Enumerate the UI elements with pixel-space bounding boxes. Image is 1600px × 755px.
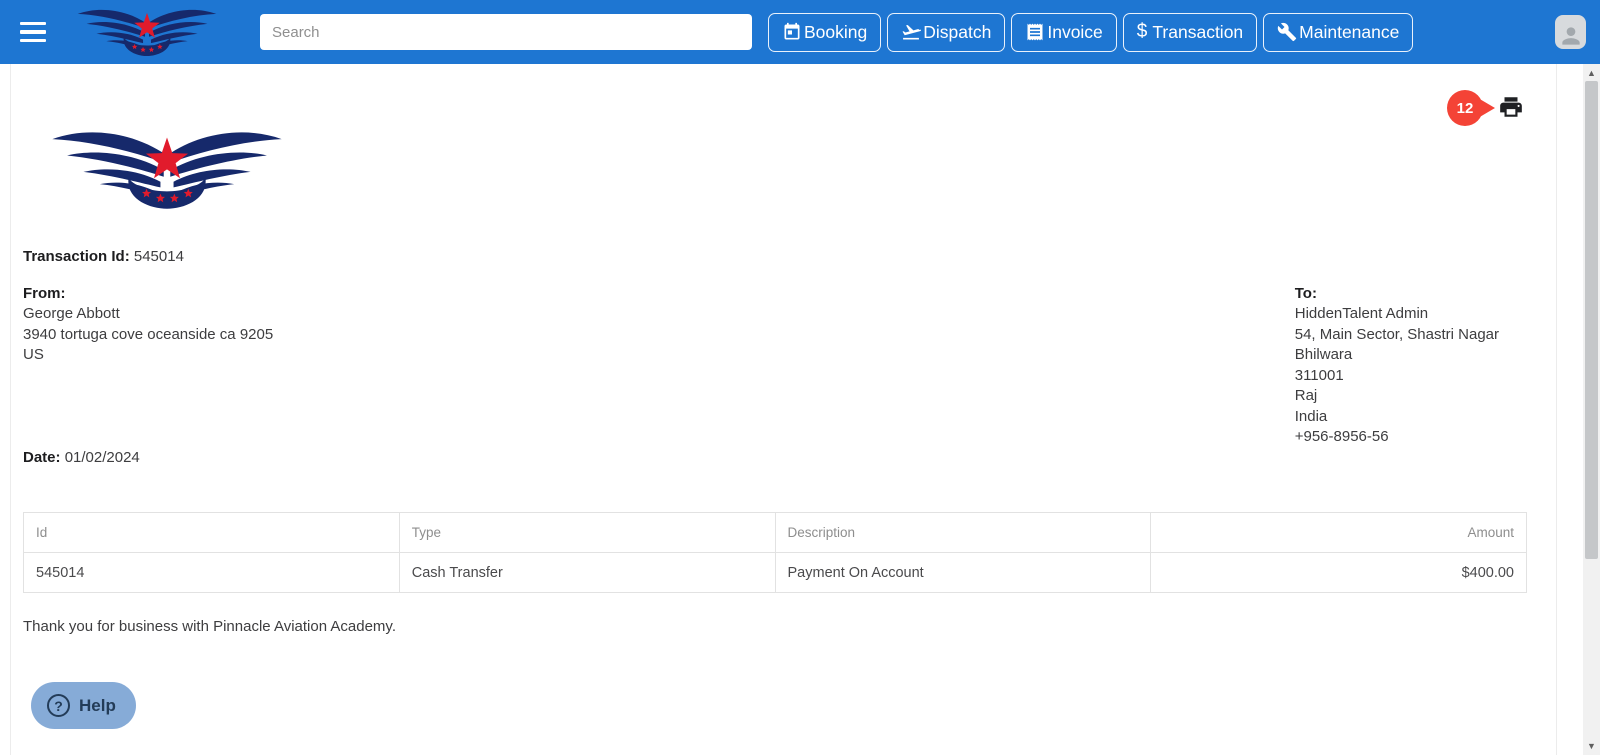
to-address-block: To: HiddenTalent Admin 54, Main Sector, … <box>1295 284 1499 448</box>
transaction-button[interactable]: $ Transaction <box>1123 13 1257 52</box>
dispatch-label: Dispatch <box>923 22 991 43</box>
header-id: Id <box>24 513 400 553</box>
from-name: George Abbott <box>23 304 273 325</box>
dispatch-button[interactable]: Dispatch <box>887 13 1005 52</box>
to-phone: +956-8956-56 <box>1295 427 1499 448</box>
from-label: From: <box>23 284 273 305</box>
receipt-logo <box>23 126 311 212</box>
to-name: HiddenTalent Admin <box>1295 304 1499 325</box>
transaction-table: Id Type Description Amount 545014 Cash T… <box>23 512 1527 593</box>
company-logo <box>68 6 226 58</box>
to-street: 54, Main Sector, Shastri Nagar <box>1295 325 1499 346</box>
help-button[interactable]: ? Help <box>31 682 136 729</box>
annotation-badge: 12 <box>1447 90 1495 126</box>
calendar-icon <box>782 22 802 42</box>
from-address-block: From: George Abbott 3940 tortuga cove oc… <box>23 284 273 448</box>
header-type: Type <box>399 513 775 553</box>
invoice-label: Invoice <box>1047 22 1102 43</box>
from-street: 3940 tortuga cove oceanside ca 9205 <box>23 325 273 346</box>
transaction-label: Transaction <box>1152 22 1243 43</box>
transaction-receipt-card: 12 Transaction Id: 545014 From: George A… <box>10 64 1557 755</box>
to-label: To: <box>1295 284 1499 305</box>
cell-id: 545014 <box>24 553 400 593</box>
vertical-scrollbar[interactable]: ▲ ▼ <box>1583 64 1600 755</box>
menu-icon[interactable] <box>20 22 46 42</box>
date-value: 01/02/2024 <box>65 449 140 466</box>
print-icon <box>1498 94 1524 120</box>
to-country: India <box>1295 407 1499 428</box>
annotation-badge-pointer <box>1478 98 1495 118</box>
search-input[interactable] <box>260 14 752 50</box>
receipt-icon <box>1025 22 1045 42</box>
cell-description: Payment On Account <box>775 553 1151 593</box>
plane-takeoff-icon <box>901 22 921 42</box>
scroll-down-icon[interactable]: ▼ <box>1583 739 1600 753</box>
maintenance-label: Maintenance <box>1299 22 1399 43</box>
top-navbar: Booking Dispatch Invoice $ Transaction M… <box>0 0 1600 64</box>
from-country: US <box>23 345 273 366</box>
user-avatar-icon[interactable] <box>1555 15 1586 49</box>
print-button[interactable] <box>1498 94 1524 123</box>
person-icon <box>1558 23 1584 49</box>
help-label: Help <box>79 696 116 716</box>
date-label: Date: <box>23 449 61 466</box>
table-row: 545014 Cash Transfer Payment On Account … <box>24 553 1527 593</box>
scroll-up-icon[interactable]: ▲ <box>1583 66 1600 80</box>
transaction-id-value: 545014 <box>134 248 184 265</box>
address-row: From: George Abbott 3940 tortuga cove oc… <box>23 284 1526 448</box>
booking-label: Booking <box>804 22 867 43</box>
invoice-button[interactable]: Invoice <box>1011 13 1116 52</box>
date-line: Date: 01/02/2024 <box>23 448 1526 469</box>
main-nav: Booking Dispatch Invoice $ Transaction M… <box>768 13 1413 52</box>
table-header-row: Id Type Description Amount <box>24 513 1527 553</box>
booking-button[interactable]: Booking <box>768 13 881 52</box>
maintenance-button[interactable]: Maintenance <box>1263 13 1413 52</box>
print-row: 12 <box>1447 90 1524 126</box>
transaction-id-line: Transaction Id: 545014 <box>23 247 1526 268</box>
cell-type: Cash Transfer <box>399 553 775 593</box>
wrench-icon <box>1277 22 1297 42</box>
dollar-icon: $ <box>1137 21 1148 43</box>
header-description: Description <box>775 513 1151 553</box>
scrollbar-thumb[interactable] <box>1585 81 1598 559</box>
to-zip: 311001 <box>1295 366 1499 387</box>
header-amount: Amount <box>1151 513 1527 553</box>
to-state: Raj <box>1295 386 1499 407</box>
transaction-id-label: Transaction Id: <box>23 248 130 265</box>
question-mark-icon: ? <box>47 694 70 717</box>
footer-note: Thank you for business with Pinnacle Avi… <box>23 618 1526 635</box>
cell-amount: $400.00 <box>1151 553 1527 593</box>
to-city: Bhilwara <box>1295 345 1499 366</box>
